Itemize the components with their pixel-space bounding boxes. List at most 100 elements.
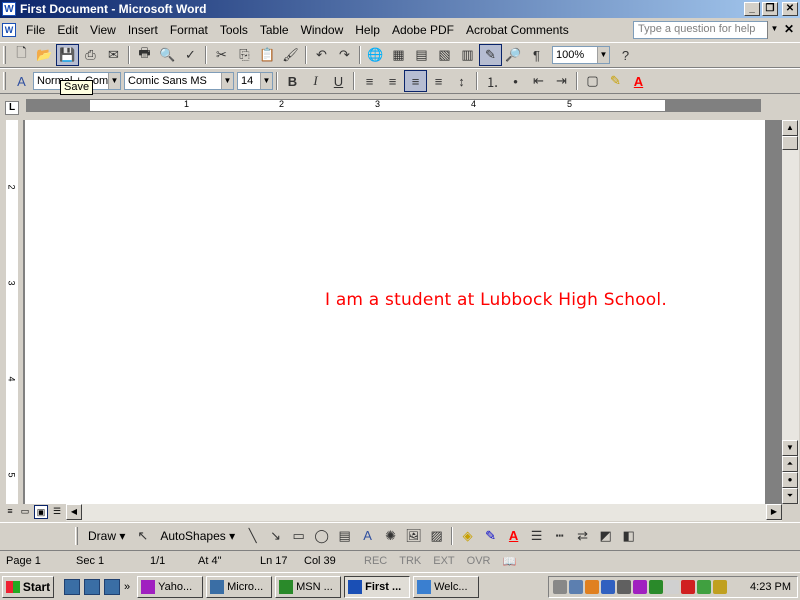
zoom-select[interactable]: 100% ▼ (552, 46, 610, 64)
taskbar-button-msn[interactable]: MSN ... (275, 575, 342, 598)
internet-explorer-icon[interactable] (104, 578, 120, 595)
underline-icon[interactable]: U (327, 70, 350, 92)
decrease-indent-icon[interactable]: ⇤ (527, 70, 550, 92)
chevron-down-icon[interactable]: ▼ (108, 73, 120, 89)
new-document-icon[interactable]: 🗋 (10, 44, 33, 66)
font-select[interactable]: Comic Sans MS ▼ (124, 72, 234, 90)
print-icon[interactable]: 🖶 (133, 44, 156, 66)
menu-view[interactable]: View (84, 23, 122, 37)
minimize-button[interactable]: _ (744, 2, 760, 16)
numbering-icon[interactable]: ⒈ (481, 70, 504, 92)
toolbar-grip[interactable] (3, 46, 6, 64)
outlook-icon[interactable] (84, 578, 100, 595)
tray-icon[interactable] (601, 580, 615, 594)
previous-page-icon[interactable]: ⏶ (782, 456, 798, 472)
taskbar-button-micro[interactable]: Micro... (206, 575, 273, 598)
bold-icon[interactable]: B (281, 70, 304, 92)
toolbar-grip[interactable] (75, 526, 78, 545)
web-layout-icon[interactable]: ▭ (18, 505, 32, 519)
arrow-icon[interactable]: ↘ (264, 525, 287, 547)
paste-icon[interactable]: 📋 (256, 44, 279, 66)
ask-question-input[interactable]: Type a question for help (633, 21, 781, 39)
word-app-icon[interactable]: W (2, 2, 16, 16)
tray-icon[interactable] (697, 580, 711, 594)
increase-indent-icon[interactable]: ⇥ (550, 70, 573, 92)
wordart-icon[interactable]: A (356, 525, 379, 547)
draw-font-color-icon[interactable]: A (502, 525, 525, 547)
line-color-icon[interactable]: ✎ (479, 525, 502, 547)
start-button[interactable]: Start (2, 575, 54, 598)
picture-icon[interactable]: ▨ (425, 525, 448, 547)
tray-icon[interactable] (665, 580, 679, 594)
bullets-icon[interactable]: • (504, 70, 527, 92)
menu-acrobat-comments[interactable]: Acrobat Comments (460, 23, 575, 37)
menu-insert[interactable]: Insert (122, 23, 164, 37)
tray-icon[interactable] (585, 580, 599, 594)
line-spacing-icon[interactable]: ↕ (450, 70, 473, 92)
menu-adobe-pdf[interactable]: Adobe PDF (386, 23, 460, 37)
align-center-icon[interactable]: ≡ (381, 70, 404, 92)
tray-icon[interactable] (617, 580, 631, 594)
status-trk[interactable]: TRK (393, 555, 427, 567)
arrow-style-icon[interactable]: ⇄ (571, 525, 594, 547)
close-window-button[interactable]: ✕ (782, 2, 798, 16)
rectangle-icon[interactable]: ▭ (287, 525, 310, 547)
help-icon[interactable]: ? (614, 44, 637, 66)
3d-style-icon[interactable]: ◧ (617, 525, 640, 547)
shadow-style-icon[interactable]: ◩ (594, 525, 617, 547)
email-icon[interactable]: ✉ (102, 44, 125, 66)
tray-icon[interactable] (569, 580, 583, 594)
permission-icon[interactable]: ⎙ (79, 44, 102, 66)
scroll-down-icon[interactable]: ▼ (782, 440, 798, 456)
line-style-icon[interactable]: ☰ (525, 525, 548, 547)
scroll-thumb[interactable] (782, 136, 798, 150)
undo-icon[interactable]: ↶ (310, 44, 333, 66)
drawing-icon[interactable]: ✎ (479, 44, 502, 66)
taskbar-button-first-document[interactable]: First ... (344, 575, 411, 598)
show-desktop-icon[interactable] (64, 578, 80, 595)
cut-icon[interactable]: ✂ (210, 44, 233, 66)
tab-selector[interactable]: L (5, 101, 19, 115)
menu-format[interactable]: Format (164, 23, 214, 37)
styles-formatting-icon[interactable]: A (10, 70, 33, 92)
chevron-down-icon[interactable]: ▼ (597, 47, 609, 63)
insert-table-icon[interactable]: ▤ (410, 44, 433, 66)
menu-file[interactable]: File (20, 23, 51, 37)
tray-icon[interactable] (713, 580, 727, 594)
columns-icon[interactable]: ▥ (456, 44, 479, 66)
select-browse-object-icon[interactable]: ● (782, 472, 798, 488)
fill-color-icon[interactable]: ◈ (456, 525, 479, 547)
next-page-icon[interactable]: ⏷ (782, 488, 798, 504)
spelling-icon[interactable]: ✓ (179, 44, 202, 66)
chevron-down-icon[interactable]: ▼ (221, 73, 233, 89)
font-color-icon[interactable]: A (627, 70, 650, 92)
document-text[interactable]: I am a student at Lubbock High School. (325, 290, 667, 310)
oval-icon[interactable]: ◯ (310, 525, 333, 547)
normal-view-icon[interactable]: ≡ (3, 505, 17, 519)
status-ovr[interactable]: OVR (461, 555, 497, 567)
outline-view-icon[interactable]: ☰ (50, 505, 64, 519)
select-objects-icon[interactable]: ↖ (131, 525, 154, 547)
menu-edit[interactable]: Edit (51, 23, 84, 37)
taskbar-button-welcome[interactable]: Welc... (413, 575, 480, 598)
scroll-right-icon[interactable]: ▶ (766, 504, 782, 520)
insert-excel-icon[interactable]: ▧ (433, 44, 456, 66)
network-icon[interactable] (553, 580, 567, 594)
vertical-scrollbar[interactable]: ▲ ▼ ⏶ ● ⏷ (782, 120, 799, 504)
show-hide-icon[interactable]: ¶ (525, 44, 548, 66)
align-left-icon[interactable]: ≡ (358, 70, 381, 92)
autoshapes-button[interactable]: AutoShapes ▾ (154, 529, 241, 543)
scroll-left-icon[interactable]: ◀ (66, 504, 82, 520)
restore-button[interactable]: ❐ (762, 2, 778, 16)
italic-icon[interactable]: I (304, 70, 327, 92)
horizontal-scrollbar[interactable]: ◀ ▶ (66, 504, 782, 521)
tray-icon[interactable] (633, 580, 647, 594)
print-preview-icon[interactable]: 🔍 (156, 44, 179, 66)
highlight-icon[interactable]: ✎ (604, 70, 627, 92)
spelling-status-icon[interactable]: 📖 (496, 555, 522, 568)
document-map-icon[interactable]: 🔎 (502, 44, 525, 66)
ask-dropdown-icon[interactable]: ▼ (767, 21, 781, 39)
dash-style-icon[interactable]: ┅ (548, 525, 571, 547)
horizontal-ruler[interactable]: 1 2 3 4 5 (26, 99, 761, 112)
open-folder-icon[interactable]: 📂 (33, 44, 56, 66)
